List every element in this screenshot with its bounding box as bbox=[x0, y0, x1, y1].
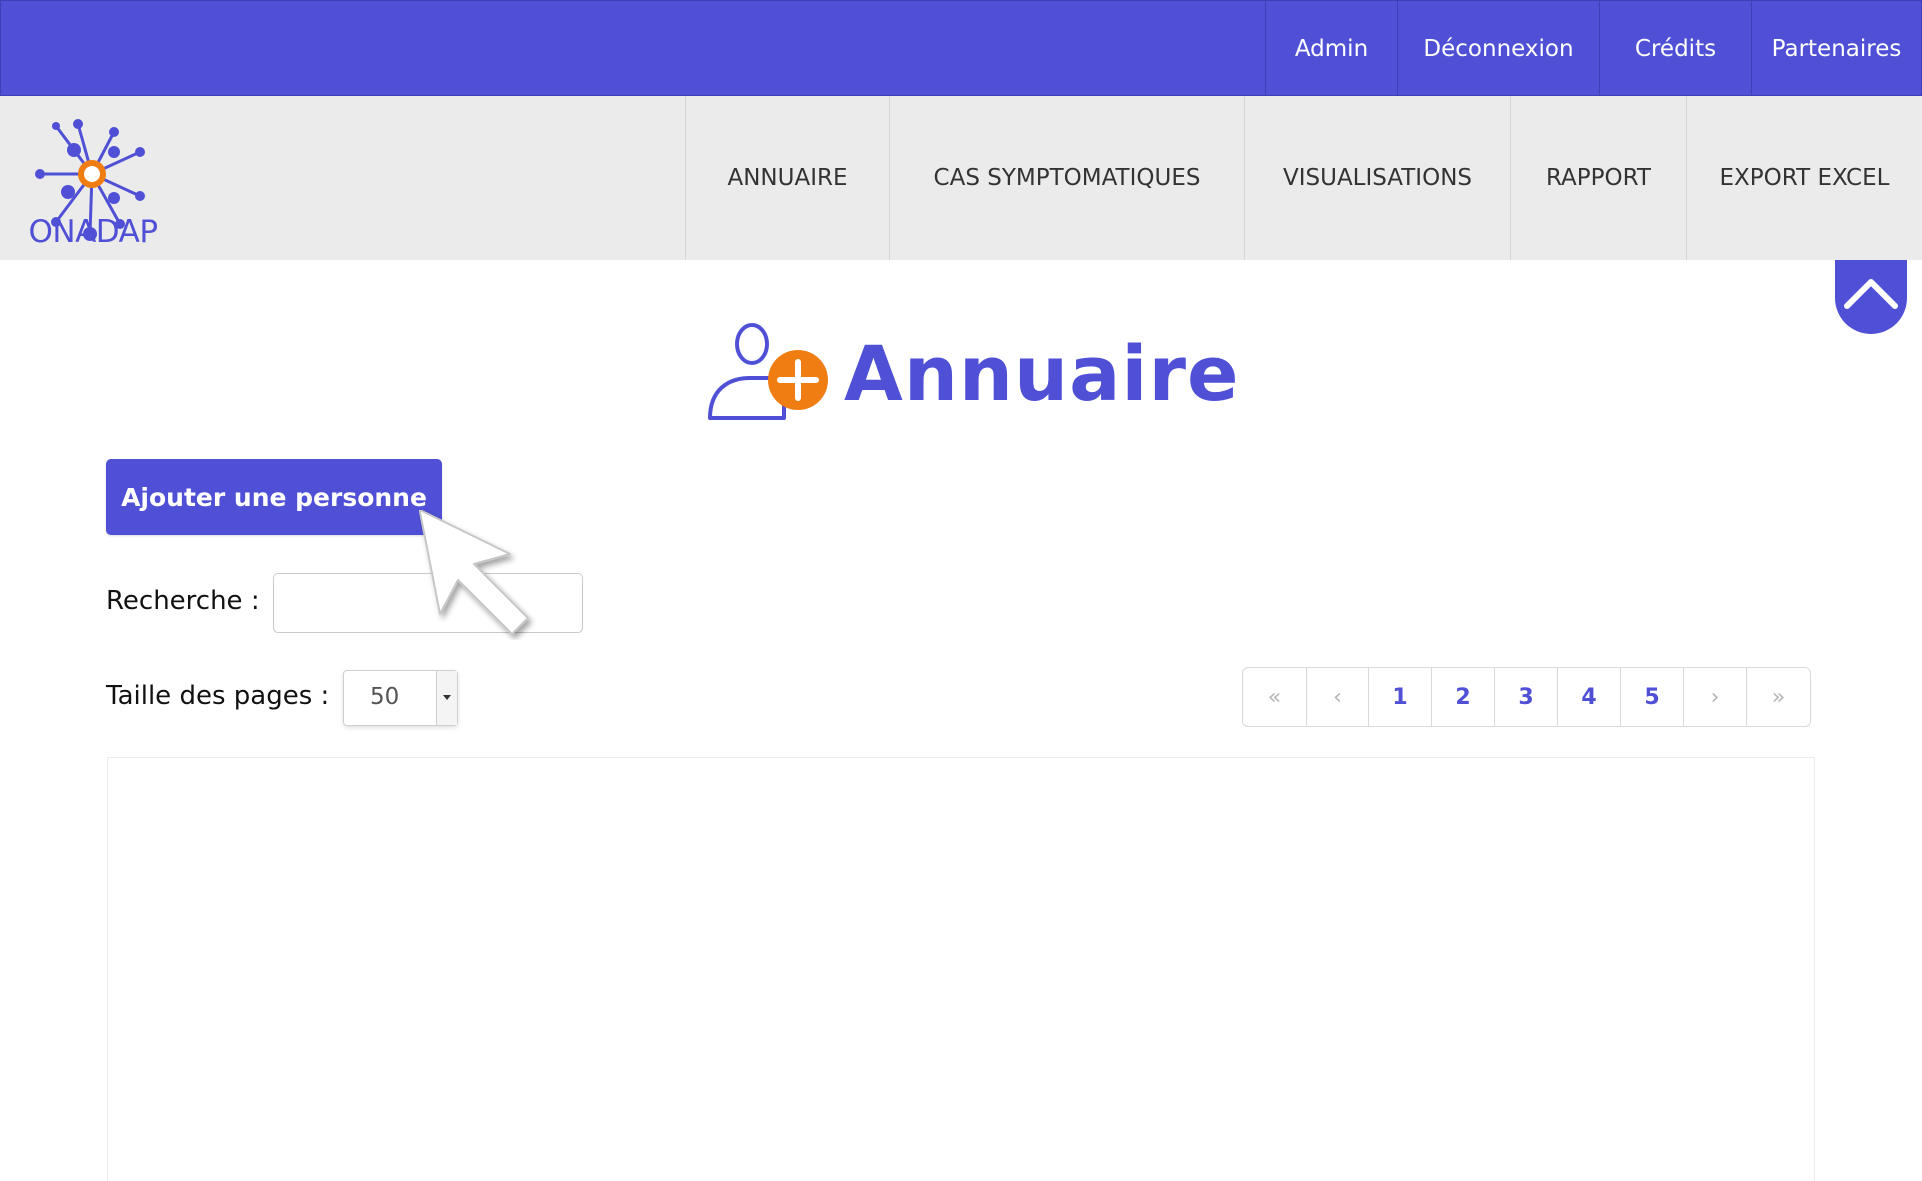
pager-page-4[interactable]: 4 bbox=[1557, 668, 1620, 726]
nav-item-visualisations[interactable]: VISUALISATIONS bbox=[1244, 96, 1510, 260]
nav-item-annuaire[interactable]: ANNUAIRE bbox=[685, 96, 889, 260]
top-utility-bar: Admin Déconnexion Crédits Partenaires bbox=[0, 0, 1922, 97]
page-size-value: 50 bbox=[370, 684, 400, 710]
scroll-top-button[interactable] bbox=[1835, 260, 1907, 334]
pager-page-5[interactable]: 5 bbox=[1620, 668, 1683, 726]
utility-links: Admin Déconnexion Crédits Partenaires bbox=[1265, 1, 1921, 97]
search-input[interactable] bbox=[273, 573, 583, 633]
pagination: « ‹ 1 2 3 4 5 › » bbox=[1242, 667, 1811, 727]
search-label: Recherche : bbox=[106, 586, 260, 616]
main-navigation: ONADAP ANNUAIRE CAS SYMPTOMATIQUES VISUA… bbox=[0, 96, 1922, 260]
pager-page-1[interactable]: 1 bbox=[1368, 668, 1431, 726]
caret-down-icon[interactable] bbox=[436, 671, 457, 725]
pager-next-button[interactable]: › bbox=[1683, 668, 1746, 726]
pager-prev-button[interactable]: ‹ bbox=[1306, 668, 1368, 726]
pager-page-2[interactable]: 2 bbox=[1431, 668, 1494, 726]
nav-item-cas-symptomatiques[interactable]: CAS SYMPTOMATIQUES bbox=[889, 96, 1244, 260]
add-person-button[interactable]: Ajouter une personne bbox=[106, 459, 442, 535]
topbar-link-partenaires[interactable]: Partenaires bbox=[1751, 1, 1921, 97]
pager-first-button[interactable]: « bbox=[1243, 668, 1306, 726]
onadap-logo[interactable]: ONADAP bbox=[18, 106, 168, 254]
nav-item-rapport[interactable]: RAPPORT bbox=[1510, 96, 1686, 260]
topbar-link-deconnexion[interactable]: Déconnexion bbox=[1397, 1, 1599, 97]
pager-page-3[interactable]: 3 bbox=[1494, 668, 1557, 726]
nav-items: ANNUAIRE CAS SYMPTOMATIQUES VISUALISATIO… bbox=[685, 96, 1922, 260]
user-add-icon bbox=[708, 323, 828, 420]
chevron-up-icon bbox=[1844, 279, 1898, 309]
topbar-link-credits[interactable]: Crédits bbox=[1599, 1, 1751, 97]
topbar-link-admin[interactable]: Admin bbox=[1265, 1, 1397, 97]
page-size-label: Taille des pages : bbox=[106, 681, 330, 711]
page-title: Annuaire bbox=[844, 328, 1240, 418]
pager-last-button[interactable]: » bbox=[1746, 668, 1810, 726]
logo-wordmark: ONADAP bbox=[28, 214, 158, 250]
page-header: Annuaire bbox=[706, 318, 1240, 428]
nav-item-export-excel[interactable]: EXPORT EXCEL bbox=[1686, 96, 1922, 260]
page-size-select[interactable]: 50 bbox=[343, 670, 458, 726]
directory-table bbox=[107, 757, 1815, 1181]
